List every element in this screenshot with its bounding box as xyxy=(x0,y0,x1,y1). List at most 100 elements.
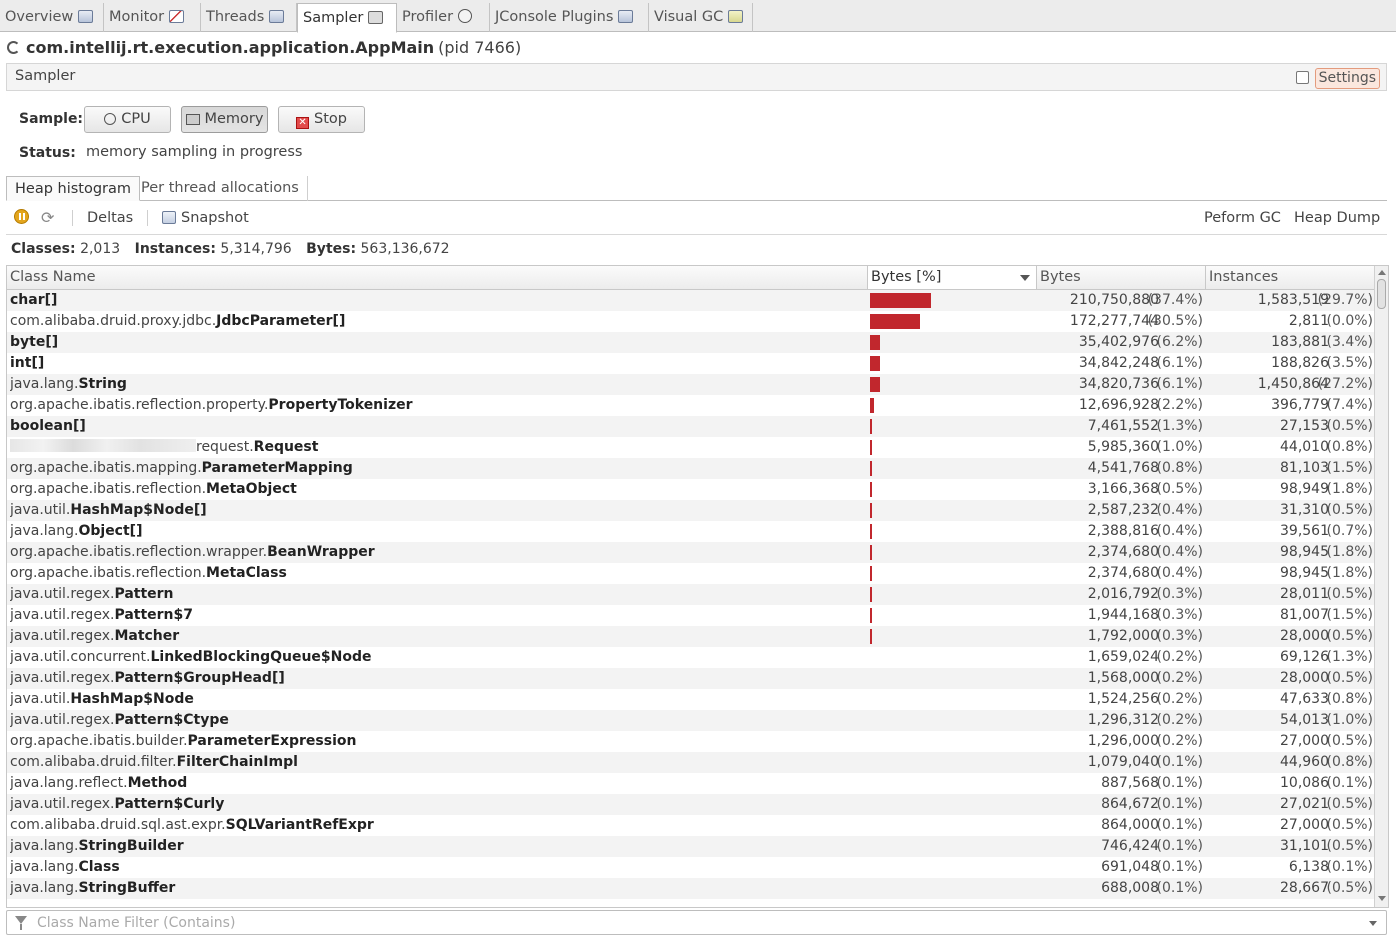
table-row[interactable]: com.alibaba.druid.sql.ast.expr.SQLVarian… xyxy=(7,815,1375,836)
app-pid: (pid 7466) xyxy=(438,38,522,57)
vertical-scrollbar[interactable] xyxy=(1374,266,1388,907)
class-simple-name: StringBuilder xyxy=(78,838,184,854)
deltas-toggle[interactable]: Deltas xyxy=(87,208,133,228)
refresh-button[interactable]: ⟳ xyxy=(41,208,54,228)
tab-per-thread-allocations[interactable]: Per thread allocations xyxy=(133,176,308,201)
snapshot-button[interactable]: Snapshot xyxy=(162,208,249,228)
pause-button[interactable] xyxy=(14,208,29,228)
table-row[interactable]: java.util.concurrent.LinkedBlockingQueue… xyxy=(7,647,1375,668)
class-simple-name: Pattern$Curly xyxy=(114,796,225,812)
class-package: java.util.regex. xyxy=(10,796,115,812)
table-row[interactable]: org.apache.ibatis.mapping.ParameterMappi… xyxy=(7,458,1375,479)
column-class-name[interactable]: Class Name xyxy=(7,266,868,289)
class-simple-name: HashMap$Node[] xyxy=(70,502,207,518)
bytes-percent: (6.2%) xyxy=(1156,334,1204,350)
scroll-thumb[interactable] xyxy=(1377,279,1386,309)
cpu-button[interactable]: CPU xyxy=(84,106,171,133)
table-row[interactable]: org.apache.ibatis.reflection.MetaObject 3… xyxy=(7,479,1375,500)
instances-value: 10,086 xyxy=(1280,775,1329,791)
table-row[interactable]: java.lang.Object[] 2,388,816 (0.4%) 39,561(… xyxy=(7,521,1375,542)
bytes-percent: (0.1%) xyxy=(1156,880,1204,896)
bytes-value: 746,424 xyxy=(1101,838,1159,854)
bytes-value: 4,541,768 xyxy=(1087,460,1159,476)
settings-checkbox[interactable] xyxy=(1295,71,1309,84)
table-row[interactable]: java.util.regex.Pattern$GroupHead[] 1,568… xyxy=(7,668,1375,689)
bytes-value: 12,696,928 xyxy=(1078,397,1159,413)
class-package: java.lang. xyxy=(10,859,79,875)
tab-monitor[interactable]: Monitor xyxy=(104,3,201,32)
table-body: char[] 210,750,880 (37.4%) 1,583,519 (29.7%)… xyxy=(7,290,1375,907)
bytes-value: 2,587,232 xyxy=(1087,502,1159,518)
column-bytes-percent[interactable]: Bytes [%] xyxy=(868,266,1037,289)
toolbar-separator xyxy=(72,210,73,226)
sampler-header: Sampler Settings xyxy=(6,63,1387,91)
tab-sampler[interactable]: Sampler xyxy=(297,3,397,33)
table-row[interactable]: java.lang.Class 691,048 (0.1%) 6,138 (0.1%) xyxy=(7,857,1375,878)
class-package: java.util.regex. xyxy=(10,586,115,602)
class-simple-name: SQLVariantRefExpr xyxy=(225,817,374,833)
table-row[interactable]: byte[] 35,402,976 (6.2%) 183,881 (3.4%) xyxy=(7,332,1375,353)
bytes-value: 864,672 xyxy=(1101,796,1159,812)
cpu-clock-icon xyxy=(104,113,117,125)
table-row[interactable]: com.alibaba.druid.proxy.jdbc.JdbcParamet… xyxy=(7,311,1375,332)
view-subtabs: Heap histogram Per thread allocations xyxy=(6,176,1387,201)
bytes-percent: (0.1%) xyxy=(1156,754,1204,770)
table-row[interactable]: java.lang.reflect.Method 887,568 (0.1%) 10,… xyxy=(7,773,1375,794)
table-row[interactable]: java.util.regex.Pattern 2,016,792 (0.3%) 28… xyxy=(7,584,1375,605)
table-row[interactable]: java.lang.StringBuffer 688,008 (0.1%) 28,66… xyxy=(7,878,1375,899)
tab-label: Profiler xyxy=(402,9,454,25)
class-name-cell: java.util.regex.Pattern xyxy=(10,584,865,605)
class-name-filter-input[interactable] xyxy=(35,913,1355,933)
cpu-button-label: CPU xyxy=(121,111,151,127)
scroll-up-icon[interactable] xyxy=(1378,270,1386,275)
tab-visual-gc[interactable]: Visual GC xyxy=(649,3,753,32)
tab-overview[interactable]: Overview xyxy=(0,3,104,32)
stop-button[interactable]: ✕ Stop xyxy=(278,106,365,133)
tab-profiler[interactable]: Profiler xyxy=(397,3,490,32)
scroll-down-icon[interactable] xyxy=(1378,896,1386,901)
instances-percent: (0.8%) xyxy=(1326,754,1374,770)
class-package: java.lang. xyxy=(10,880,79,896)
memory-button[interactable]: Memory xyxy=(181,106,268,133)
settings-toggle[interactable]: Settings xyxy=(1295,68,1380,89)
class-simple-name: PropertyTokenizer xyxy=(268,397,413,413)
bytes-percent-bar xyxy=(870,356,880,371)
table-row[interactable]: char[] 210,750,880 (37.4%) 1,583,519 (29.7%) xyxy=(7,290,1375,311)
perform-gc-button[interactable]: Peform GC xyxy=(1204,208,1281,228)
table-row[interactable]: java.util.HashMap$Node[] 2,587,232 (0.4%) 3… xyxy=(7,500,1375,521)
bytes-percent: (0.3%) xyxy=(1156,586,1204,602)
table-row[interactable]: java.lang.String 34,820,736 (6.1%) 1,450,86… xyxy=(7,374,1375,395)
table-row[interactable]: request.Request 5,985,360 (1.0%) 44,010 (0.8… xyxy=(7,437,1375,458)
table-row[interactable]: java.util.regex.Pattern$Ctype 1,296,312 (0… xyxy=(7,710,1375,731)
table-row[interactable]: java.util.HashMap$Node 1,524,256 (0.2%) 47,… xyxy=(7,689,1375,710)
table-row[interactable]: int[] 34,842,248 (6.1%) 188,826 (3.5%) xyxy=(7,353,1375,374)
bytes-percent: (0.1%) xyxy=(1156,775,1204,791)
instances-percent: (1.5%) xyxy=(1326,460,1374,476)
filter-history-dropdown-icon[interactable] xyxy=(1369,921,1377,926)
classes-count: 2,013 xyxy=(80,241,121,257)
table-row[interactable]: org.apache.ibatis.reflection.wrapper.Bea… xyxy=(7,542,1375,563)
bytes-percent: (0.2%) xyxy=(1156,670,1204,686)
table-row[interactable]: java.lang.StringBuilder 746,424 (0.1%) 31,1… xyxy=(7,836,1375,857)
tab-threads[interactable]: Threads xyxy=(201,3,297,32)
table-row[interactable]: boolean[] 7,461,552 (1.3%) 27,153 (0.5%) xyxy=(7,416,1375,437)
table-row[interactable]: java.util.regex.Pattern$Curly 864,672 (0.1… xyxy=(7,794,1375,815)
table-row[interactable]: org.apache.ibatis.builder.ParameterExpre… xyxy=(7,731,1375,752)
table-row[interactable]: org.apache.ibatis.reflection.property.Pr… xyxy=(7,395,1375,416)
stop-button-label: Stop xyxy=(314,111,347,127)
column-bytes[interactable]: Bytes xyxy=(1037,266,1206,289)
column-instances[interactable]: Instances xyxy=(1206,266,1375,289)
instances-value: 98,945 xyxy=(1280,544,1329,560)
settings-button[interactable]: Settings xyxy=(1314,68,1380,89)
tab-jconsole-plugins[interactable]: JConsole Plugins xyxy=(490,3,649,32)
class-name-cell: java.util.HashMap$Node xyxy=(10,689,865,710)
heap-dump-button[interactable]: Heap Dump xyxy=(1294,208,1380,228)
class-package: org.apache.ibatis.reflection. xyxy=(10,481,207,497)
table-row[interactable]: java.util.regex.Matcher 1,792,000 (0.3%) 28… xyxy=(7,626,1375,647)
bytes-percent-bar xyxy=(870,377,880,392)
table-row[interactable]: org.apache.ibatis.reflection.MetaClass 2,… xyxy=(7,563,1375,584)
table-row[interactable]: java.util.regex.Pattern$7 1,944,168 (0.3%)… xyxy=(7,605,1375,626)
bytes-percent-bar xyxy=(870,524,872,539)
table-row[interactable]: com.alibaba.druid.filter.FilterChainImpl… xyxy=(7,752,1375,773)
tab-heap-histogram[interactable]: Heap histogram xyxy=(6,176,141,201)
